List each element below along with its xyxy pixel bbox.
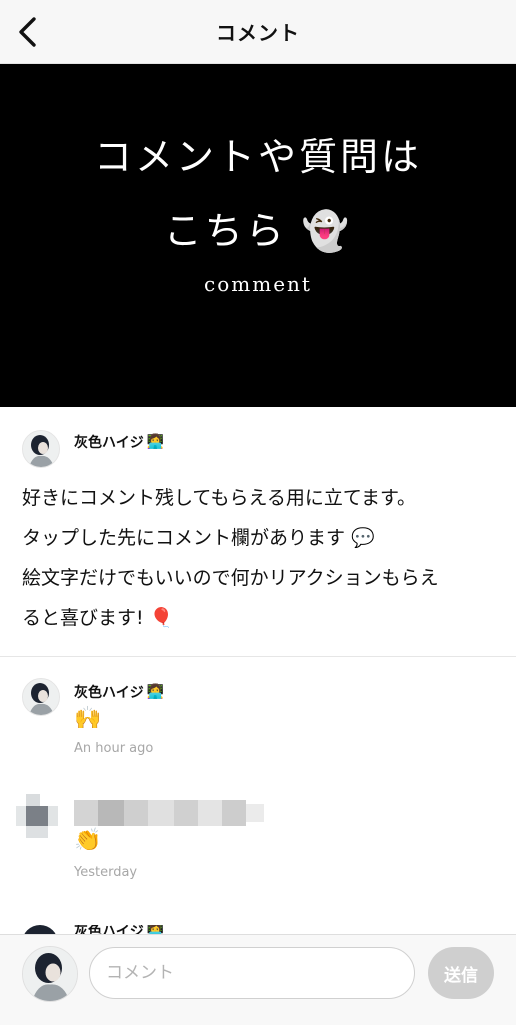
divider xyxy=(0,656,516,657)
hero-banner: コメントや質問は こちら 👻 comment xyxy=(0,64,516,407)
author-name: 灰色ハイジ xyxy=(74,685,144,701)
post-author[interactable]: 灰色ハイジ 👩‍💻 xyxy=(74,432,164,452)
avatar[interactable] xyxy=(16,794,60,842)
comment-input[interactable] xyxy=(89,947,415,999)
comment-text: 🙌 xyxy=(74,706,102,731)
avatar[interactable] xyxy=(22,430,60,468)
author-name: 灰色ハイジ xyxy=(74,435,144,451)
hero-title-line1: コメントや質問は xyxy=(93,135,422,179)
chevron-left-icon xyxy=(19,17,36,47)
post-body: 好きにコメント残してもらえる用に立てます。 タップした先にコメント欄があります … xyxy=(22,487,439,629)
comment-author[interactable]: 灰色ハイジ 👩‍💻 xyxy=(74,682,164,702)
avatar[interactable] xyxy=(22,678,60,716)
hero-title-line2: こちら 👻 xyxy=(163,209,353,253)
technologist-icon: 👩‍💻 xyxy=(146,684,165,700)
page-title: コメント xyxy=(216,21,300,45)
my-avatar xyxy=(22,946,78,1002)
comment-text: 👏 xyxy=(74,828,102,853)
hero-subtitle: comment xyxy=(204,272,312,296)
comment-time: Yesterday xyxy=(74,865,138,880)
blurred-author-name xyxy=(74,800,264,826)
send-button[interactable]: 送信 xyxy=(428,947,494,999)
top-bar: コメント xyxy=(0,0,516,64)
technologist-icon: 👩‍💻 xyxy=(146,434,165,450)
back-button[interactable] xyxy=(10,14,44,50)
comment-time: An hour ago xyxy=(74,741,154,756)
